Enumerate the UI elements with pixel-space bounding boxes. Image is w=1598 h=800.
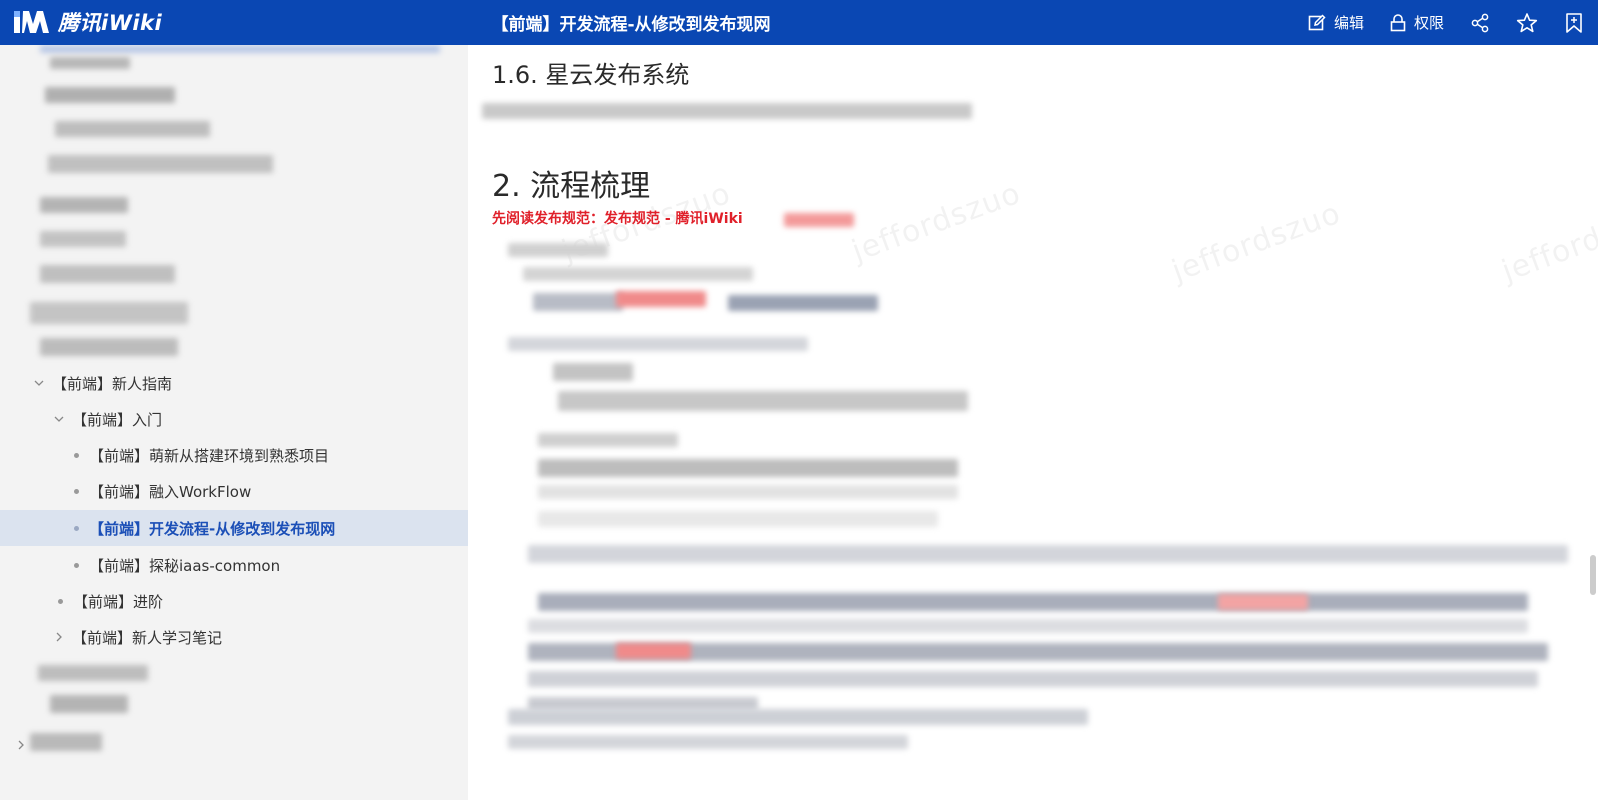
section-heading-1-6: 1.6. 星云发布系统 xyxy=(492,61,690,89)
sidebar-item-iaas-common[interactable]: 【前端】探秘iaas-common xyxy=(0,547,468,583)
redacted-text xyxy=(482,103,972,119)
redacted-text xyxy=(784,213,854,227)
share-button[interactable] xyxy=(1470,13,1490,33)
bullet-icon xyxy=(74,562,79,568)
sidebar-item-label: 【前端】进阶 xyxy=(73,592,164,611)
bookmark-icon xyxy=(1566,12,1582,33)
section-heading-2: 2. 流程梳理 xyxy=(492,169,651,204)
permission-button[interactable]: 权限 xyxy=(1390,12,1444,33)
sidebar-item-newcomer-guide[interactable]: 【前端】新人指南 xyxy=(0,365,468,401)
bullet-icon xyxy=(74,452,79,458)
edit-button[interactable]: 编辑 xyxy=(1308,12,1364,33)
edit-label: 编辑 xyxy=(1333,14,1364,32)
favorite-button[interactable] xyxy=(1516,12,1538,34)
sidebar-item-advanced[interactable]: 【前端】进阶 xyxy=(0,583,468,619)
document-content: jeffordszuo jeffordszuo jeffordszuo jeff… xyxy=(468,45,1598,800)
sidebar-item-env-setup[interactable]: 【前端】萌新从搭建环境到熟悉项目 xyxy=(0,437,468,473)
share-icon xyxy=(1471,13,1489,32)
sidebar-item-study-notes[interactable]: 【前端】新人学习笔记 xyxy=(0,619,468,655)
bullet-icon xyxy=(74,525,79,531)
header-actions: 编辑 权限 xyxy=(1282,0,1584,45)
watermark: jeffordszuo xyxy=(1497,195,1598,290)
sidebar-item-label: 【前端】开发流程-从修改到发布现网 xyxy=(89,519,336,538)
sidebar-item-label: 【前端】新人学习笔记 xyxy=(72,628,223,647)
sidebar-item-label: 【前端】融入WorkFlow xyxy=(89,482,252,501)
sidebar-item-getting-started[interactable]: 【前端】入门 xyxy=(0,401,468,437)
sidebar-item-dev-process[interactable]: 【前端】开发流程-从修改到发布现网 xyxy=(0,510,468,546)
sidebar-item-label: 【前端】萌新从搭建环境到熟悉项目 xyxy=(89,446,330,465)
watermark: jeffordszuo xyxy=(847,175,1026,270)
publish-spec-link[interactable]: 先阅读发布规范：发布规范 - 腾讯iWiki xyxy=(492,208,743,228)
sidebar-item-label: 【前端】探秘iaas-common xyxy=(89,556,281,575)
chevron-down-icon[interactable] xyxy=(32,376,46,390)
lock-icon xyxy=(1390,13,1406,31)
bookmark-button[interactable] xyxy=(1564,12,1584,34)
chevron-right-icon[interactable] xyxy=(52,630,66,644)
edit-icon xyxy=(1308,13,1326,30)
bullet-icon xyxy=(58,598,63,604)
sidebar-item-label: 【前端】入门 xyxy=(72,410,163,429)
watermark: jeffordszuo xyxy=(1167,195,1346,290)
sidebar-item-workflow[interactable]: 【前端】融入WorkFlow xyxy=(0,473,468,509)
star-icon xyxy=(1516,12,1538,32)
bullet-icon xyxy=(74,488,79,494)
sidebar-tree: 【前端】新人指南 【前端】入门 【前端】萌新从搭建环境到熟悉项目 【前端】融入W… xyxy=(0,45,468,800)
scrollbar[interactable] xyxy=(1590,555,1596,595)
top-bar: 腾讯iWiki 【前端】开发流程-从修改到发布现网 编辑 权限 xyxy=(0,0,1598,45)
chevron-down-icon[interactable] xyxy=(52,412,66,426)
chevron-right-icon[interactable] xyxy=(14,738,28,752)
sidebar-item-label: 【前端】新人指南 xyxy=(52,374,173,393)
page-title: 【前端】开发流程-从修改到发布现网 xyxy=(491,15,771,35)
permission-label: 权限 xyxy=(1413,14,1444,32)
